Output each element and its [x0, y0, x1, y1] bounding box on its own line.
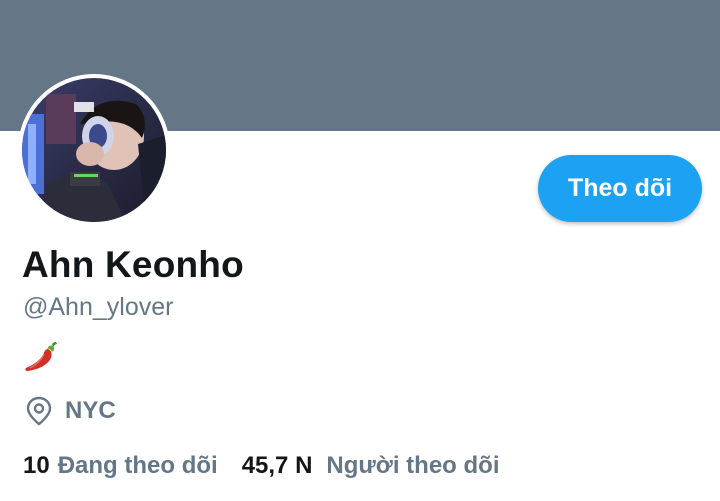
followers-count: 45,7 N: [241, 452, 313, 479]
display-name: Ahn Keonho: [22, 244, 244, 285]
location: NYC: [25, 396, 116, 426]
bio: [22, 338, 60, 374]
location-text: NYC: [65, 397, 116, 424]
follow-stats: 10 Đang theo dõi 45,7 N Người theo dõi: [23, 452, 500, 480]
hot-pepper-icon: [25, 342, 57, 371]
following-label: Đang theo dõi: [57, 452, 218, 479]
location-pin-icon: [26, 396, 52, 426]
follow-button[interactable]: Theo dõi: [538, 155, 702, 222]
followers-stat[interactable]: 45,7 N Người theo dõi: [242, 452, 500, 480]
following-count: 10: [23, 452, 50, 479]
following-stat[interactable]: 10 Đang theo dõi: [23, 452, 218, 480]
profile-page: Theo dõi Ahn Keonho @Ahn_ylover NYC 10 Đ…: [0, 0, 720, 501]
avatar[interactable]: [18, 74, 170, 226]
avatar-photo: [18, 74, 170, 226]
user-handle: @Ahn_ylover: [23, 293, 174, 321]
followers-label: Người theo dõi: [326, 452, 500, 479]
